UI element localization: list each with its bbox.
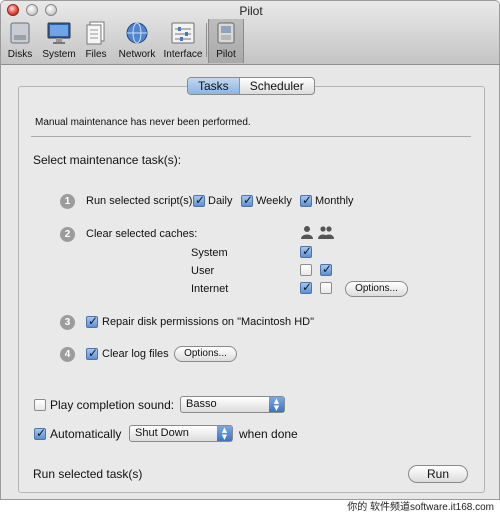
task-label: Run selected script(s): [86,195,196,207]
watermark: 你的 软件频道software.it168.com [0,500,500,515]
cache-options-button[interactable]: Options... [345,281,408,297]
popup-arrows-icon: ▲ ▼ [217,426,232,441]
daily-label: Daily [208,195,233,207]
divider [31,136,471,137]
toolbar-label: Files [85,49,107,60]
toolbar-label: Disks [7,49,33,60]
when-done-label: when done [239,427,298,441]
toolbar-item-interface[interactable]: Interface [161,19,205,63]
toolbar-label: Pilot [216,49,236,60]
task-number-badge: 3 [60,315,75,330]
play-sound-label: Play completion sound: [50,398,175,412]
sound-popup[interactable]: Basso ▲ ▼ [180,396,285,413]
toolbar-item-network[interactable]: Network [115,19,159,63]
user-cache-multi-checkbox[interactable] [320,262,332,276]
auto-action-value: Shut Down [135,427,189,439]
monthly-label: Monthly [315,195,354,207]
tab-control: Tasks Scheduler [187,77,315,95]
automatically-checkbox[interactable] [34,426,46,440]
task-label: Clear selected caches: [86,228,198,240]
toolbar-divider [206,23,207,57]
weekly-checkbox[interactable] [241,193,253,207]
internet-cache-multi-checkbox[interactable] [320,282,332,294]
tab-scheduler[interactable]: Scheduler [240,78,314,94]
disks-icon [10,22,30,44]
sound-popup-value: Basso [186,398,217,410]
pilot-icon [217,22,235,44]
toolbar-item-system[interactable]: System [39,19,79,63]
task-number-badge: 4 [60,347,75,362]
network-icon [126,22,148,44]
single-user-icon [301,226,313,239]
status-message: Manual maintenance has never been perfor… [35,117,251,128]
log-options-button[interactable]: Options... [174,346,237,362]
toolbar-item-pilot[interactable]: Pilot [208,19,244,63]
interface-icon [171,22,195,44]
multiple-users-icon [318,226,334,239]
cache-row-label: User [191,265,215,277]
run-button[interactable]: Run [408,465,468,483]
popup-arrows-icon: ▲ ▼ [269,397,284,412]
automatically-label: Automatically [50,427,122,441]
section-title: Select maintenance task(s): [33,153,182,167]
cache-row-label: System [191,247,228,259]
toolbar-item-files[interactable]: Files [81,19,111,63]
repair-permissions-checkbox[interactable] [86,314,98,328]
monthly-checkbox[interactable] [300,193,312,207]
user-cache-single-checkbox[interactable] [300,264,312,276]
cache-row-label: Internet [191,283,229,295]
tab-tasks[interactable]: Tasks [188,78,240,94]
files-icon [86,21,105,45]
task-number-badge: 1 [60,194,75,209]
repair-permissions-label: Repair disk permissions on "Macintosh HD… [102,316,314,328]
internet-cache-single-checkbox[interactable] [300,280,312,294]
daily-checkbox[interactable] [193,193,205,207]
title-bar: Pilot Disks System Files Network Interfa… [1,1,499,65]
task-number-badge: 2 [60,227,75,242]
toolbar-label: Network [118,49,156,60]
toolbar-label: System [42,49,76,60]
clear-logs-label: Clear log files [102,348,169,360]
toolbar-item-disks[interactable]: Disks [3,19,37,63]
weekly-label: Weekly [256,195,292,207]
clear-logs-checkbox[interactable] [86,346,98,360]
play-sound-checkbox[interactable] [34,399,46,411]
app-window: Pilot Disks System Files Network Interfa… [0,0,500,500]
auto-action-popup[interactable]: Shut Down ▲ ▼ [129,425,233,442]
system-cache-checkbox[interactable] [300,244,312,258]
run-tasks-label: Run selected task(s) [33,467,143,481]
tasks-panel: Manual maintenance has never been perfor… [18,86,485,493]
toolbar-label: Interface [163,49,203,60]
system-icon [47,22,71,44]
window-title: Pilot [239,4,263,18]
